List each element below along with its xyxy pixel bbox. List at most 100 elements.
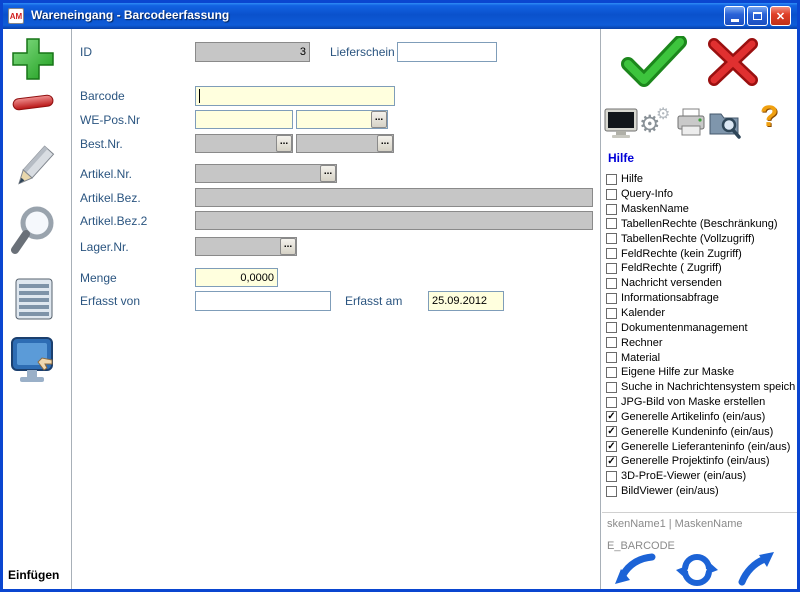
barcode-field[interactable] — [195, 86, 395, 106]
help-option-generelle-projektinfo-ein-aus[interactable]: ✓Generelle Projektinfo (ein/aus) — [606, 454, 796, 469]
help-option-label: Generelle Kundeninfo (ein/aus) — [621, 426, 773, 438]
ok-button[interactable] — [618, 36, 688, 93]
maximize-button[interactable] — [747, 6, 768, 26]
help-option-nachricht-versenden[interactable]: Nachricht versenden — [606, 276, 796, 291]
artikel-nr-lookup-button[interactable]: ... — [320, 165, 336, 182]
checkbox-icon[interactable] — [606, 204, 617, 215]
help-option-generelle-kundeninfo-ein-aus[interactable]: ✓ Generelle Kundeninfo (ein/aus) — [606, 424, 796, 439]
checkbox-icon[interactable] — [606, 263, 617, 274]
cross-icon — [702, 36, 764, 88]
checkbox-icon[interactable] — [606, 174, 617, 185]
help-button[interactable]: ? — [760, 100, 778, 134]
checkbox-icon[interactable] — [606, 308, 617, 319]
checkbox-icon[interactable] — [606, 471, 617, 482]
checkbox-icon[interactable] — [606, 293, 617, 304]
help-option-eigene-hilfe-zur-maske[interactable]: Eigene Hilfe zur Maske — [606, 365, 796, 380]
lager-nr-lookup-button[interactable]: ... — [280, 238, 296, 255]
help-option-suche-in-nachrichtensystem-speich[interactable]: Suche in Nachrichtensystem speich — [606, 380, 796, 395]
help-option-label: FeldRechte ( Zugriff) — [621, 262, 722, 274]
help-option-maskenname[interactable]: MaskenName — [606, 202, 796, 217]
text-caret — [199, 89, 200, 103]
checkbox-icon[interactable] — [606, 189, 617, 200]
close-button[interactable]: ✕ — [770, 6, 791, 26]
help-option-tabellenrechte-beschränkung[interactable]: TabellenRechte (Beschränkung) — [606, 217, 796, 232]
help-option-generelle-lieferanteninfo-ein-aus[interactable]: ✓Generelle Lieferanteninfo (ein/aus) — [606, 439, 796, 454]
monitor-icon — [604, 108, 638, 140]
barcode-label: Barcode — [80, 89, 125, 103]
checkbox-icon[interactable] — [606, 337, 617, 348]
checkbox-checked-icon[interactable]: ✓ — [606, 441, 617, 452]
delete-record-button[interactable] — [10, 88, 56, 116]
help-option-informationsabfrage[interactable]: Informationsabfrage — [606, 291, 796, 306]
magnifier-icon — [8, 202, 58, 260]
checkbox-icon[interactable] — [606, 233, 617, 244]
screen-button[interactable] — [604, 108, 638, 145]
search-record-button[interactable] — [8, 202, 58, 260]
help-option-dokumentenmanagement[interactable]: Dokumentenmanagement — [606, 320, 796, 335]
checkbox-checked-icon[interactable]: ✓ — [606, 456, 617, 467]
best-nr-label: Best.Nr. — [80, 137, 123, 151]
app-window: AM Wareneingang - Barcodeerfassung ✕ — [0, 0, 800, 592]
monitor-hand-icon — [10, 336, 56, 392]
best-nr-lookup-button-2[interactable]: ... — [377, 135, 393, 152]
checkbox-icon[interactable] — [606, 218, 617, 229]
refresh-button[interactable] — [674, 548, 720, 595]
edit-record-button[interactable] — [10, 142, 56, 194]
checkbox-icon[interactable] — [606, 382, 617, 393]
we-pos-nr-field-1[interactable] — [195, 110, 293, 129]
we-pos-nr-lookup-button[interactable]: ... — [371, 111, 387, 128]
title-bar[interactable]: AM Wareneingang - Barcodeerfassung ✕ — [3, 3, 797, 29]
menge-field[interactable] — [195, 268, 278, 287]
help-option-jpg-bild-von-maske-erstellen[interactable]: JPG-Bild von Maske erstellen — [606, 395, 796, 410]
help-option-feldrechte-kein-zugriff[interactable]: FeldRechte (kein Zugriff) — [606, 246, 796, 261]
lieferschein-field[interactable] — [397, 42, 497, 62]
app-icon: AM — [8, 8, 24, 24]
print-button[interactable] — [676, 108, 706, 143]
checkbox-icon[interactable] — [606, 367, 617, 378]
checkbox-checked-icon[interactable]: ✓ — [606, 426, 617, 437]
document-search-button[interactable] — [708, 106, 742, 145]
table-view-button[interactable] — [14, 276, 54, 322]
help-option-tabellenrechte-vollzugriff[interactable]: TabellenRechte (Vollzugriff) — [606, 231, 796, 246]
checkbox-icon[interactable] — [606, 397, 617, 408]
navigate-forward-button[interactable] — [736, 550, 778, 593]
artikel-nr-field-wrap: ... — [195, 164, 337, 183]
printer-icon — [676, 108, 706, 138]
gear-small-icon: ⚙ — [656, 104, 670, 124]
help-option-material[interactable]: Material — [606, 350, 796, 365]
help-option-label: Rechner — [621, 337, 663, 349]
help-option-3d-proe-viewer-ein-aus[interactable]: 3D-ProE-Viewer (ein/aus) — [606, 469, 796, 484]
help-option-label: Kalender — [621, 307, 665, 319]
maximize-icon — [753, 12, 762, 20]
erfasst-von-field[interactable] — [195, 291, 331, 311]
window-title: Wareneingang - Barcodeerfassung — [31, 8, 229, 22]
terminal-button[interactable] — [10, 336, 56, 392]
cancel-button[interactable] — [702, 36, 764, 93]
help-option-rechner[interactable]: Rechner — [606, 335, 796, 350]
refresh-icon — [674, 548, 720, 590]
help-option-label: TabellenRechte (Beschränkung) — [621, 218, 778, 230]
minimize-icon — [731, 19, 739, 22]
help-option-feldrechte-zugriff[interactable]: FeldRechte ( Zugriff) — [606, 261, 796, 276]
help-option-hilfe[interactable]: Hilfe — [606, 172, 796, 187]
help-option-generelle-artikelinfo-ein-aus[interactable]: ✓Generelle Artikelinfo (ein/aus) — [606, 410, 796, 425]
help-option-query-info[interactable]: Query-Info — [606, 187, 796, 202]
checkbox-icon[interactable] — [606, 486, 617, 497]
checkbox-checked-icon[interactable]: ✓ — [606, 411, 617, 422]
artikel-nr-label: Artikel.Nr. — [80, 167, 132, 181]
help-option-label: MaskenName — [621, 203, 689, 215]
erfasst-am-field[interactable] — [428, 291, 504, 311]
checkbox-icon[interactable] — [606, 248, 617, 259]
minimize-button[interactable] — [724, 6, 745, 26]
settings-button[interactable]: ⚙ ⚙ — [639, 104, 675, 140]
checkbox-icon[interactable] — [606, 322, 617, 333]
help-option-bildviewer-ein-aus[interactable]: BildViewer (ein/aus) — [606, 484, 796, 499]
navigate-back-button[interactable] — [612, 550, 656, 593]
checkbox-icon[interactable] — [606, 352, 617, 363]
best-nr-lookup-button-1[interactable]: ... — [276, 135, 292, 152]
help-option-label: BildViewer (ein/aus) — [621, 485, 719, 497]
checkbox-icon[interactable] — [606, 278, 617, 289]
help-panel-title: Hilfe — [608, 151, 634, 165]
help-option-kalender[interactable]: Kalender — [606, 306, 796, 321]
add-record-button[interactable] — [10, 36, 56, 82]
